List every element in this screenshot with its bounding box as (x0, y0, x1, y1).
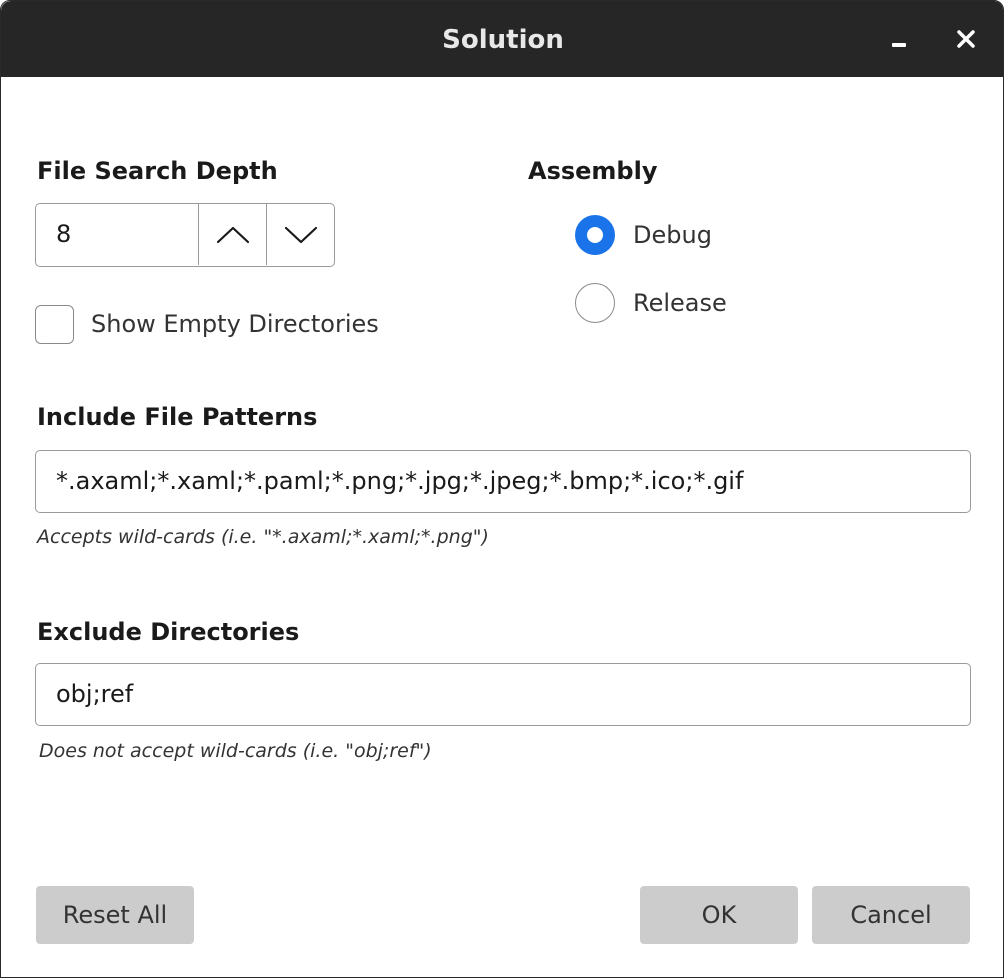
release-radio[interactable] (575, 283, 615, 323)
include-file-patterns-hint: Accepts wild-cards (i.e. "*.axaml;*.xaml… (37, 526, 489, 548)
show-empty-directories-checkbox[interactable] (35, 305, 74, 344)
radio-dot (587, 227, 603, 243)
exclude-directories-hint: Does not accept wild-cards (i.e. "obj;re… (39, 740, 432, 762)
release-radio-label[interactable]: Release (633, 283, 727, 323)
exclude-directories-label: Exclude Directories (37, 618, 300, 646)
debug-radio-label[interactable]: Debug (633, 215, 712, 255)
file-search-depth-stepper[interactable]: 8 (35, 203, 335, 267)
minimize-button[interactable] (881, 21, 917, 57)
decrement-button[interactable] (266, 204, 334, 265)
exclude-directories-value[interactable]: obj;ref (56, 664, 133, 724)
ok-button[interactable]: OK (640, 886, 798, 944)
close-button[interactable] (948, 21, 984, 57)
increment-button[interactable] (198, 204, 266, 265)
chevron-down-icon (284, 226, 318, 244)
debug-radio[interactable] (575, 215, 615, 255)
exclude-directories-input[interactable]: obj;ref (35, 663, 971, 726)
window-title: Solution (442, 25, 564, 55)
include-file-patterns-value[interactable]: *.axaml;*.xaml;*.paml;*.png;*.jpg;*.jpeg… (56, 451, 743, 511)
show-empty-directories-label[interactable]: Show Empty Directories (91, 305, 379, 344)
cancel-button[interactable]: Cancel (812, 886, 970, 944)
solution-dialog: Solution File Search Depth 8 Show Empty … (0, 0, 1004, 978)
minimize-icon (892, 43, 906, 47)
title-bar[interactable]: Solution (1, 1, 1003, 77)
chevron-up-icon (216, 226, 250, 244)
assembly-label: Assembly (528, 157, 658, 185)
close-icon (957, 30, 975, 48)
file-search-depth-value[interactable]: 8 (56, 204, 71, 265)
include-file-patterns-input[interactable]: *.axaml;*.xaml;*.paml;*.png;*.jpg;*.jpeg… (35, 450, 971, 513)
reset-all-button[interactable]: Reset All (36, 886, 194, 944)
file-search-depth-label: File Search Depth (37, 157, 278, 185)
include-file-patterns-label: Include File Patterns (37, 403, 318, 431)
